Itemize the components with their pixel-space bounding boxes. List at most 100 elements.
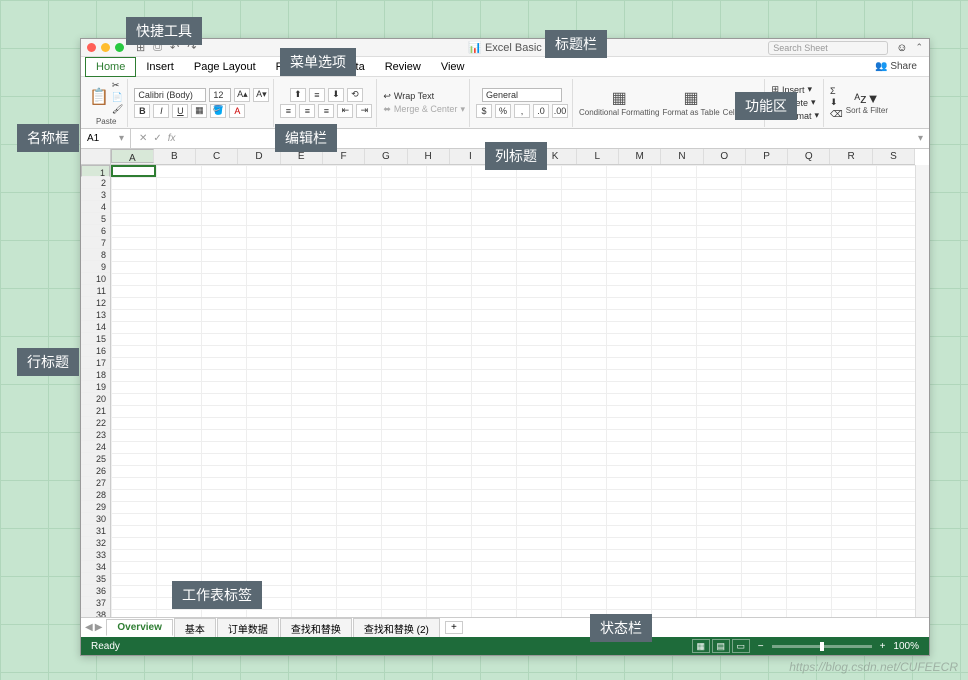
border-icon[interactable]: ▦: [191, 104, 207, 118]
sheet-tab-find-replace-2[interactable]: 查找和替换 (2): [353, 618, 440, 638]
row-header-36[interactable]: 36: [81, 585, 110, 597]
col-header-L[interactable]: L: [577, 149, 619, 164]
cond-format-icon[interactable]: ▦: [579, 88, 659, 108]
row-header-5[interactable]: 5: [81, 213, 110, 225]
select-all-corner[interactable]: [81, 149, 111, 165]
col-header-O[interactable]: O: [704, 149, 746, 164]
zoom-in-button[interactable]: +: [880, 641, 886, 652]
copy-icon[interactable]: 📄: [112, 92, 123, 103]
row-header-29[interactable]: 29: [81, 501, 110, 513]
align-center-icon[interactable]: ≡: [299, 104, 315, 118]
row-header-4[interactable]: 4: [81, 201, 110, 213]
inc-decimal-icon[interactable]: .0: [533, 104, 549, 118]
row-header-30[interactable]: 30: [81, 513, 110, 525]
indent-inc-icon[interactable]: ⇥: [356, 104, 372, 118]
row-header-23[interactable]: 23: [81, 429, 110, 441]
sort-filter-icon[interactable]: ᴬz▼: [846, 91, 888, 106]
tab-next-icon[interactable]: ▶: [95, 622, 103, 633]
format-table-icon[interactable]: ▦: [662, 88, 719, 108]
row-header-38[interactable]: 38: [81, 609, 110, 617]
grow-font-icon[interactable]: A▴: [234, 88, 250, 102]
font-size-select[interactable]: 12: [209, 88, 231, 102]
row-header-31[interactable]: 31: [81, 525, 110, 537]
font-select[interactable]: Calibri (Body): [134, 88, 206, 102]
sheet-tab-overview[interactable]: Overview: [106, 619, 172, 636]
col-header-M[interactable]: M: [619, 149, 661, 164]
paste-icon[interactable]: 📋: [89, 87, 109, 107]
tab-review[interactable]: Review: [375, 58, 431, 76]
col-header-G[interactable]: G: [365, 149, 407, 164]
orientation-icon[interactable]: ⟲: [347, 88, 363, 102]
row-header-35[interactable]: 35: [81, 573, 110, 585]
row-header-8[interactable]: 8: [81, 249, 110, 261]
col-header-A[interactable]: A: [111, 149, 154, 163]
bold-button[interactable]: B: [134, 104, 150, 118]
col-header-S[interactable]: S: [873, 149, 915, 164]
col-header-N[interactable]: N: [661, 149, 703, 164]
tab-insert[interactable]: Insert: [136, 58, 184, 76]
expand-formula-icon[interactable]: ▾: [912, 133, 929, 144]
zoom-level[interactable]: 100%: [893, 641, 919, 652]
currency-icon[interactable]: $: [476, 104, 492, 118]
vertical-scrollbar[interactable]: [915, 165, 929, 617]
sheet-tab-orders[interactable]: 订单数据: [217, 618, 279, 638]
col-header-H[interactable]: H: [408, 149, 450, 164]
collapse-icon[interactable]: ⌃: [915, 42, 923, 53]
row-header-17[interactable]: 17: [81, 357, 110, 369]
sheet-tab-find-replace[interactable]: 查找和替换: [280, 618, 352, 638]
col-header-B[interactable]: B: [154, 149, 196, 164]
window-controls[interactable]: [87, 43, 124, 52]
align-mid-icon[interactable]: ≡: [309, 88, 325, 102]
row-header-12[interactable]: 12: [81, 297, 110, 309]
row-header-34[interactable]: 34: [81, 561, 110, 573]
row-header-19[interactable]: 19: [81, 381, 110, 393]
search-input[interactable]: Search Sheet: [768, 41, 888, 55]
maximize-icon[interactable]: [115, 43, 124, 52]
tab-view[interactable]: View: [431, 58, 475, 76]
row-header-37[interactable]: 37: [81, 597, 110, 609]
close-icon[interactable]: [87, 43, 96, 52]
wrap-icon[interactable]: ↩: [383, 91, 391, 102]
row-header-26[interactable]: 26: [81, 465, 110, 477]
row-header-2[interactable]: 2: [81, 177, 110, 189]
col-header-P[interactable]: P: [746, 149, 788, 164]
col-header-R[interactable]: R: [830, 149, 872, 164]
row-header-11[interactable]: 11: [81, 285, 110, 297]
percent-icon[interactable]: %: [495, 104, 511, 118]
shrink-font-icon[interactable]: A▾: [253, 88, 269, 102]
add-sheet-button[interactable]: +: [445, 621, 463, 634]
row-header-13[interactable]: 13: [81, 309, 110, 321]
sheet-tab-basic[interactable]: 基本: [174, 618, 216, 638]
cut-icon[interactable]: ✂: [112, 80, 123, 91]
merge-button[interactable]: Merge & Center: [394, 104, 458, 114]
fx-icon[interactable]: fx: [168, 133, 176, 144]
active-cell[interactable]: [111, 165, 156, 177]
wrap-text-button[interactable]: Wrap Text: [394, 91, 434, 101]
dec-decimal-icon[interactable]: .00: [552, 104, 568, 118]
autosum-icon[interactable]: Σ: [830, 86, 843, 96]
cells-area[interactable]: [111, 165, 915, 617]
row-header-22[interactable]: 22: [81, 417, 110, 429]
tab-page-layout[interactable]: Page Layout: [184, 58, 266, 76]
fill-color-icon[interactable]: 🪣: [210, 104, 226, 118]
row-header-18[interactable]: 18: [81, 369, 110, 381]
row-header-9[interactable]: 9: [81, 261, 110, 273]
align-left-icon[interactable]: ≡: [280, 104, 296, 118]
row-header-16[interactable]: 16: [81, 345, 110, 357]
share-button[interactable]: 👥 Share: [867, 61, 925, 72]
italic-button[interactable]: I: [153, 104, 169, 118]
row-header-21[interactable]: 21: [81, 405, 110, 417]
painter-icon[interactable]: 🖌: [112, 104, 123, 115]
zoom-out-button[interactable]: −: [758, 641, 764, 652]
row-header-1[interactable]: 1: [81, 165, 110, 177]
row-header-3[interactable]: 3: [81, 189, 110, 201]
row-header-10[interactable]: 10: [81, 273, 110, 285]
name-box[interactable]: A1▾: [81, 129, 131, 148]
row-header-27[interactable]: 27: [81, 477, 110, 489]
zoom-slider[interactable]: [772, 645, 872, 648]
row-header-15[interactable]: 15: [81, 333, 110, 345]
cancel-icon[interactable]: ✕: [139, 133, 147, 144]
row-header-14[interactable]: 14: [81, 321, 110, 333]
fill-icon[interactable]: ⬇: [830, 97, 843, 108]
page-break-view-icon[interactable]: ▭: [732, 639, 750, 653]
